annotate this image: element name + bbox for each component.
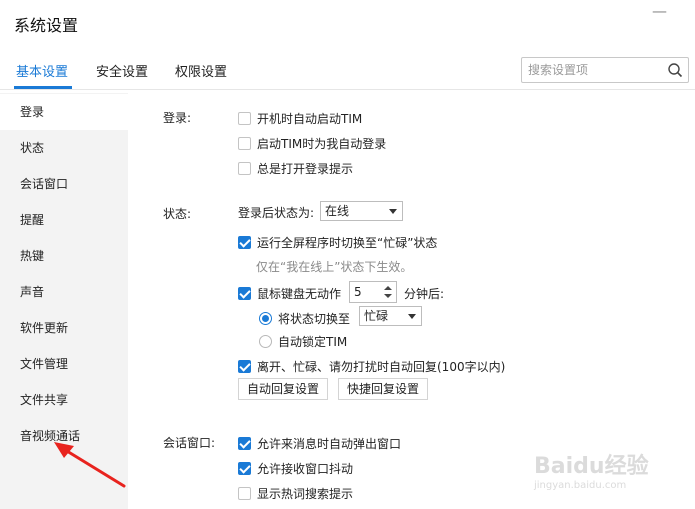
after-login-status-label: 登录后状态为: <box>238 206 315 220</box>
checkbox-checked[interactable] <box>238 437 251 450</box>
auto-reply-option[interactable]: 离开、忙碌、请勿打扰时自动回复(100字以内) <box>238 358 505 375</box>
stepper-down-icon[interactable] <box>384 294 392 298</box>
tab-permission-settings[interactable]: 权限设置 <box>175 61 227 80</box>
auto-reply-settings-button[interactable]: 自动回复设置 <box>238 378 328 400</box>
checkbox-checked[interactable] <box>238 236 251 249</box>
tab-basic-settings[interactable]: 基本设置 <box>16 61 68 80</box>
sidebar-item-hotkeys[interactable]: 热键 <box>0 238 128 274</box>
chevron-down-icon <box>389 209 397 214</box>
switch-status-radio[interactable]: 将状态切换至 <box>259 310 350 327</box>
checkbox[interactable] <box>238 487 251 500</box>
after-login-status-select[interactable]: 在线 <box>320 201 403 221</box>
baidu-jingyan-watermark: Baidu经验 jingyan.baidu.com <box>534 454 649 491</box>
session-section-label: 会话窗口: <box>163 436 216 450</box>
sidebar-item-sound[interactable]: 声音 <box>0 274 128 310</box>
login-section-label: 登录: <box>163 111 192 125</box>
checkbox-checked[interactable] <box>238 360 251 373</box>
title-bar: 系统设置 — <box>0 0 695 44</box>
sidebar-item-file-sharing[interactable]: 文件共享 <box>0 382 128 418</box>
session-option-shake[interactable]: 允许接收窗口抖动 <box>238 460 353 477</box>
radio[interactable] <box>259 335 272 348</box>
auto-lock-radio[interactable]: 自动锁定TIM <box>259 333 347 350</box>
sidebar-item-file-management[interactable]: 文件管理 <box>0 346 128 382</box>
session-option-hotword[interactable]: 显示热词搜索提示 <box>238 485 353 502</box>
quick-reply-settings-button[interactable]: 快捷回复设置 <box>338 378 428 400</box>
tab-security-settings[interactable]: 安全设置 <box>96 61 148 80</box>
checkbox-checked[interactable] <box>238 462 251 475</box>
radio-selected[interactable] <box>259 312 272 325</box>
search-input[interactable] <box>528 61 658 79</box>
idle-minutes-suffix: 分钟后: <box>404 287 445 301</box>
chevron-down-icon <box>408 314 416 319</box>
checkbox[interactable] <box>238 162 251 175</box>
checkbox[interactable] <box>238 137 251 150</box>
sidebar-item-software-update[interactable]: 软件更新 <box>0 310 128 346</box>
login-option-show-prompt[interactable]: 总是打开登录提示 <box>238 160 353 177</box>
idle-minutes-stepper[interactable]: 5 <box>349 281 397 303</box>
session-option-auto-popup[interactable]: 允许来消息时自动弹出窗口 <box>238 435 401 452</box>
status-section-label: 状态: <box>163 207 192 221</box>
sidebar-item-reminders[interactable]: 提醒 <box>0 202 128 238</box>
settings-content: 登录: 开机时自动启动TIM 启动TIM时为我自动登录 总是打开登录提示 状态:… <box>128 93 695 509</box>
fullscreen-hint: 仅在“我在线上”状态下生效。 <box>256 260 413 274</box>
login-option-autologin[interactable]: 启动TIM时为我自动登录 <box>238 135 386 152</box>
sidebar-item-status[interactable]: 状态 <box>0 130 128 166</box>
checkbox-checked[interactable] <box>238 287 251 300</box>
annotation-arrow <box>54 442 126 488</box>
search-box[interactable] <box>521 57 689 83</box>
checkbox[interactable] <box>238 112 251 125</box>
idle-option[interactable]: 鼠标键盘无动作 <box>238 285 341 302</box>
minimize-button[interactable]: — <box>652 2 667 20</box>
window-title: 系统设置 <box>14 16 79 35</box>
active-tab-indicator <box>14 86 72 89</box>
sidebar-item-login[interactable]: 登录 <box>0 94 128 130</box>
sidebar-item-session-window[interactable]: 会话窗口 <box>0 166 128 202</box>
switch-status-select[interactable]: 忙碌 <box>359 306 422 326</box>
search-icon[interactable] <box>667 62 683 78</box>
stepper-up-icon[interactable] <box>384 286 392 290</box>
login-option-autostart[interactable]: 开机时自动启动TIM <box>238 110 362 127</box>
fullscreen-busy-option[interactable]: 运行全屏程序时切换至“忙碌”状态 <box>238 234 437 251</box>
